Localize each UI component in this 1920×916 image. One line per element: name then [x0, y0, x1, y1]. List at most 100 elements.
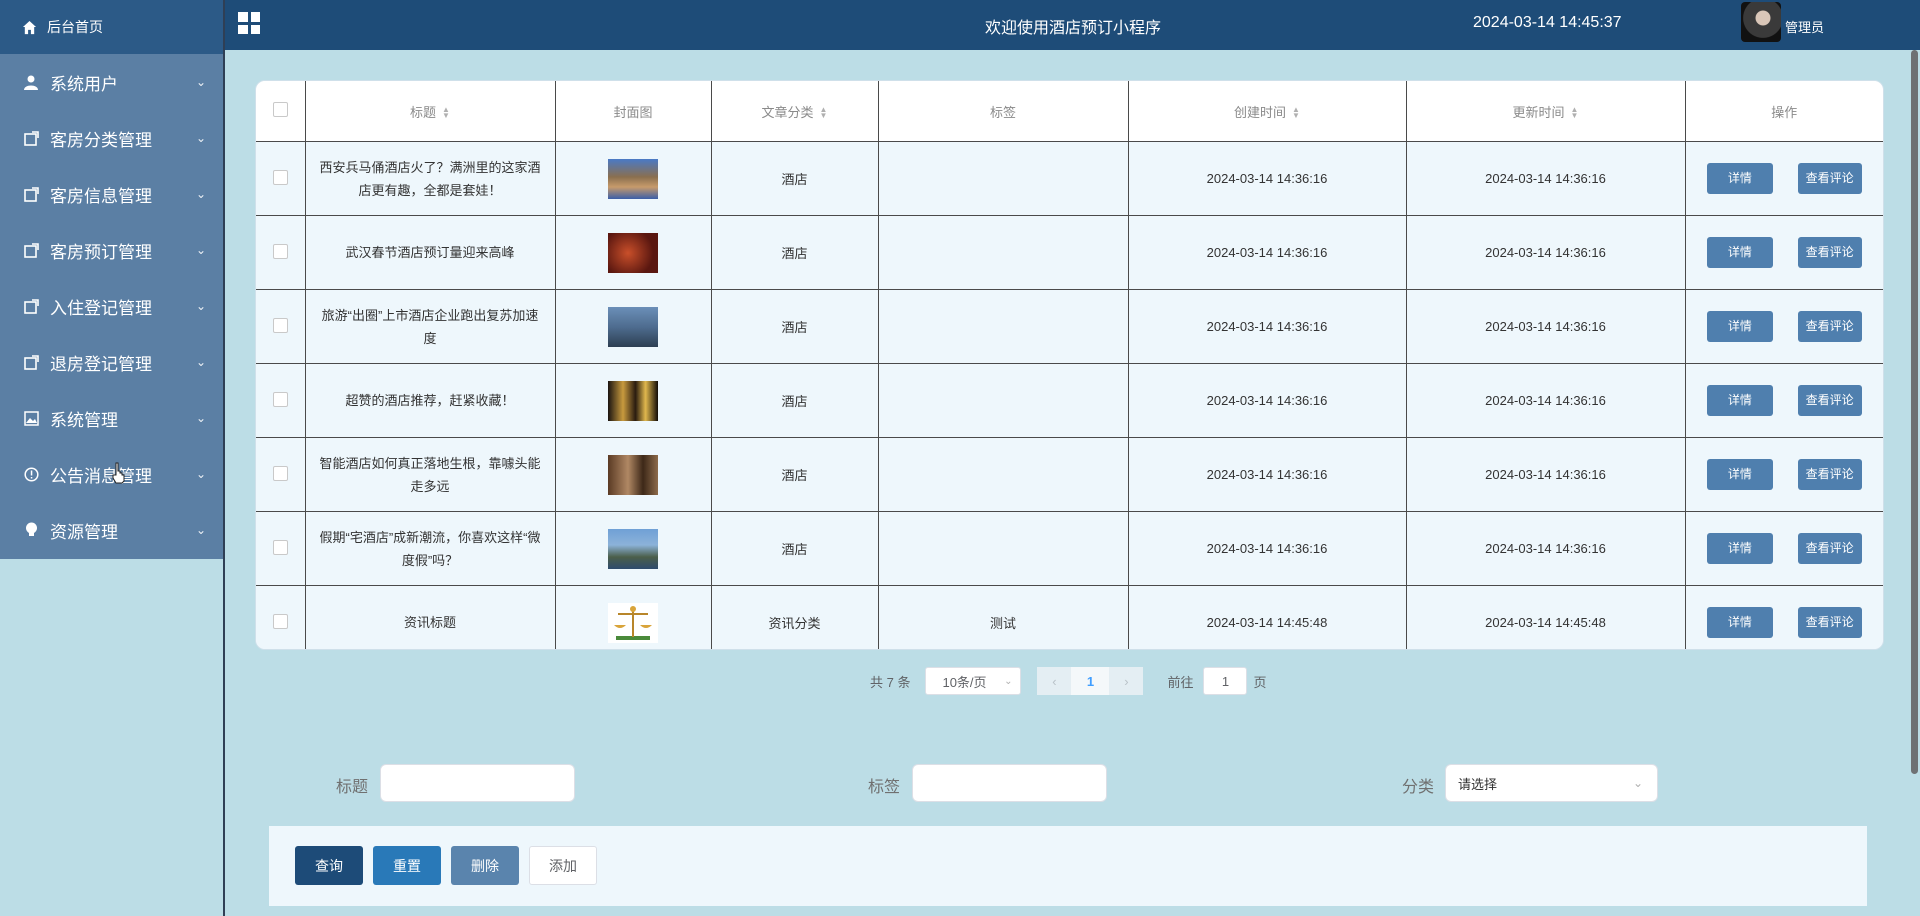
row-title: 西安兵马俑酒店火了？满洲里的这家酒店更有趣，全都是套娃！ [304, 141, 556, 216]
sort-icon[interactable]: ▲ ▼ [442, 106, 450, 120]
sort-icon[interactable]: ▲ ▼ [1571, 106, 1579, 120]
reset-button[interactable]: 重置 [373, 846, 441, 885]
sidebar-item-room-booking[interactable]: 客房预订管理 ⌄ [0, 222, 224, 278]
tag-filter-input[interactable] [912, 764, 1107, 802]
detail-button[interactable]: 详情 [1706, 533, 1773, 564]
sidebar-item-label: 系统用户 [50, 74, 118, 94]
edit-icon [22, 354, 40, 370]
column-header-cover: 封面图 [554, 81, 712, 142]
view-comments-button[interactable]: 查看评论 [1797, 533, 1862, 564]
view-comments-button[interactable]: 查看评论 [1797, 385, 1862, 416]
table-row: 资讯标题 资讯分类 测试 2024-03-14 14:45:48 2024-03… [256, 585, 1883, 649]
row-checkbox[interactable] [272, 317, 288, 333]
pagination: 共 7 条 10条/页 ⌄ ‹ 1 › 前往 1 页 [870, 667, 1267, 695]
row-title: 超赞的酒店推荐，赶紧收藏！ [304, 363, 556, 438]
menu-grid-icon[interactable] [238, 12, 260, 34]
category-filter-select[interactable]: 请选择 ⌄ [1445, 764, 1658, 802]
view-comments-button[interactable]: 查看评论 [1797, 163, 1862, 194]
page-scrollbar[interactable] [1910, 50, 1920, 916]
row-checkbox[interactable] [272, 169, 288, 185]
next-page-button[interactable]: › [1109, 667, 1144, 695]
column-header-title[interactable]: 标题 ▲ ▼ [304, 81, 556, 142]
edit-icon [22, 130, 40, 146]
sidebar-item-users[interactable]: 系统用户 ⌄ [0, 54, 224, 110]
table-row: 智能酒店如何真正落地生根，靠噱头能走多远 酒店 2024-03-14 14:36… [256, 437, 1883, 512]
sidebar-item-checkin[interactable]: 入住登记管理 ⌄ [0, 278, 224, 334]
sort-icon[interactable]: ▲ ▼ [1292, 106, 1300, 120]
row-title: 智能酒店如何真正落地生根，靠噱头能走多远 [304, 437, 556, 512]
sort-icon[interactable]: ▲ ▼ [820, 106, 828, 120]
add-button[interactable]: 添加 [529, 846, 597, 885]
row-title: 武汉春节酒店预订量迎来高峰 [304, 215, 556, 290]
table-row: 旅游“出圈”上市酒店企业跑出复苏加速度 酒店 2024-03-14 14:36:… [256, 289, 1883, 364]
page-size-select[interactable]: 10条/页 ⌄ [925, 667, 1022, 695]
row-created: 2024-03-14 14:36:16 [1127, 215, 1407, 290]
row-tag [877, 289, 1129, 364]
row-updated: 2024-03-14 14:36:16 [1405, 511, 1686, 586]
chevron-down-icon: ⌄ [195, 467, 206, 481]
chevron-down-icon: ⌄ [195, 187, 206, 201]
table-row: 西安兵马俑酒店火了？满洲里的这家酒店更有趣，全都是套娃！ 酒店 2024-03-… [256, 141, 1883, 216]
picture-icon [22, 410, 40, 426]
sidebar-item-label: 客房预订管理 [50, 242, 152, 262]
row-checkbox[interactable] [272, 391, 288, 407]
row-checkbox[interactable] [272, 613, 288, 629]
chevron-down-icon: ⌄ [1632, 776, 1643, 790]
row-tag [877, 141, 1129, 216]
pagination-total: 共 7 条 [870, 674, 911, 690]
chevron-down-icon: ⌄ [195, 243, 206, 257]
page-number[interactable]: 1 [1071, 667, 1110, 695]
avatar[interactable] [1741, 2, 1781, 42]
row-category: 酒店 [710, 437, 879, 512]
sidebar-item-resources[interactable]: 资源管理 ⌄ [0, 502, 224, 558]
cover-image [608, 602, 658, 643]
column-header-actions: 操作 [1684, 81, 1883, 142]
column-header-updated[interactable]: 更新时间 ▲ ▼ [1405, 81, 1686, 142]
sidebar-item-system[interactable]: 系统管理 ⌄ [0, 390, 224, 446]
goto-page-input[interactable]: 1 [1203, 667, 1248, 695]
query-button[interactable]: 查询 [295, 846, 363, 885]
delete-button[interactable]: 删除 [451, 846, 519, 885]
sidebar-item-room-category[interactable]: 客房分类管理 ⌄ [0, 110, 224, 166]
view-comments-button[interactable]: 查看评论 [1797, 607, 1862, 638]
row-checkbox[interactable] [272, 465, 288, 481]
cover-image [608, 232, 658, 273]
cover-image [608, 528, 658, 569]
sidebar-item-checkout[interactable]: 退房登记管理 ⌄ [0, 334, 224, 390]
sidebar-item-home[interactable]: 后台首页 [0, 0, 224, 54]
column-header-created[interactable]: 创建时间 ▲ ▼ [1127, 81, 1407, 142]
scrollbar-thumb[interactable] [1911, 50, 1918, 774]
title-filter-input[interactable] [380, 764, 575, 802]
view-comments-button[interactable]: 查看评论 [1797, 459, 1862, 490]
cover-image [608, 454, 658, 495]
user-name[interactable]: 管理员 [1785, 17, 1824, 36]
view-comments-button[interactable]: 查看评论 [1797, 237, 1862, 268]
home-icon [22, 20, 37, 35]
sidebar-item-label: 退房登记管理 [50, 354, 152, 374]
detail-button[interactable]: 详情 [1706, 607, 1773, 638]
sidebar-item-label: 系统管理 [50, 410, 118, 430]
view-comments-button[interactable]: 查看评论 [1797, 311, 1862, 342]
row-category: 酒店 [710, 215, 879, 290]
sidebar-item-room-info[interactable]: 客房信息管理 ⌄ [0, 166, 224, 222]
page-size-value: 10条/页 [942, 674, 987, 690]
chevron-down-icon: ⌄ [195, 75, 206, 89]
column-header-category[interactable]: 文章分类 ▲ ▼ [710, 81, 879, 142]
select-all-checkbox[interactable] [272, 102, 288, 117]
hand-cursor-icon [112, 462, 125, 484]
row-created: 2024-03-14 14:36:16 [1127, 141, 1407, 216]
current-datetime: 2024-03-14 14:45:37 [1473, 14, 1622, 31]
row-checkbox[interactable] [272, 539, 288, 555]
article-table: 标题 ▲ ▼ 封面图 文章分类 ▲ ▼ 标签 创建时间 ▲ ▼ 更新时间 ▲ ▼ 操作 西安兵马… [255, 80, 1884, 650]
row-checkbox[interactable] [272, 243, 288, 259]
prev-page-button[interactable]: ‹ [1037, 667, 1072, 695]
row-created: 2024-03-14 14:36:16 [1127, 289, 1407, 364]
detail-button[interactable]: 详情 [1706, 237, 1773, 268]
chevron-down-icon: ⌄ [195, 131, 206, 145]
detail-button[interactable]: 详情 [1706, 385, 1773, 416]
detail-button[interactable]: 详情 [1706, 459, 1773, 490]
chevron-down-icon: ⌄ [195, 523, 206, 537]
detail-button[interactable]: 详情 [1706, 163, 1773, 194]
detail-button[interactable]: 详情 [1706, 311, 1773, 342]
top-header: 欢迎使用酒店预订小程序 2024-03-14 14:45:37 管理员 [225, 0, 1920, 50]
